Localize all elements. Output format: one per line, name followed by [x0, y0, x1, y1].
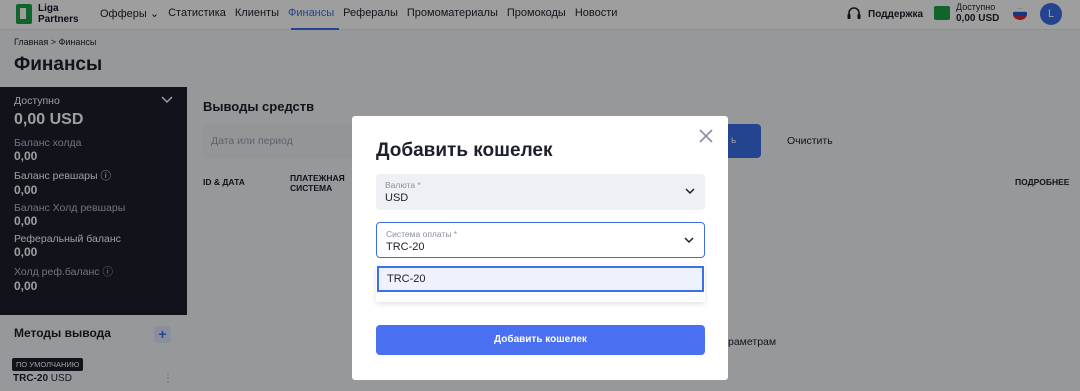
currency-label: Валюта * — [385, 180, 421, 190]
payment-system-value: TRC-20 — [386, 241, 425, 253]
add-wallet-modal: Добавить кошелек Валюта * USD Система оп… — [352, 116, 728, 380]
add-wallet-button[interactable]: Добавить кошелек — [376, 325, 705, 355]
modal-title: Добавить кошелек — [376, 140, 553, 161]
chevron-down-icon — [685, 188, 695, 195]
payment-system-select[interactable]: Система оплаты * TRC-20 — [376, 222, 705, 258]
close-icon[interactable] — [698, 128, 714, 144]
chevron-down-icon — [684, 237, 694, 244]
dropdown-option-trc20[interactable]: TRC-20 — [377, 266, 704, 292]
currency-select[interactable]: Валюта * USD — [376, 174, 705, 210]
currency-value: USD — [385, 192, 409, 204]
payment-system-label: Система оплаты * — [386, 229, 458, 239]
payment-system-dropdown: TRC-20 — [376, 264, 705, 302]
